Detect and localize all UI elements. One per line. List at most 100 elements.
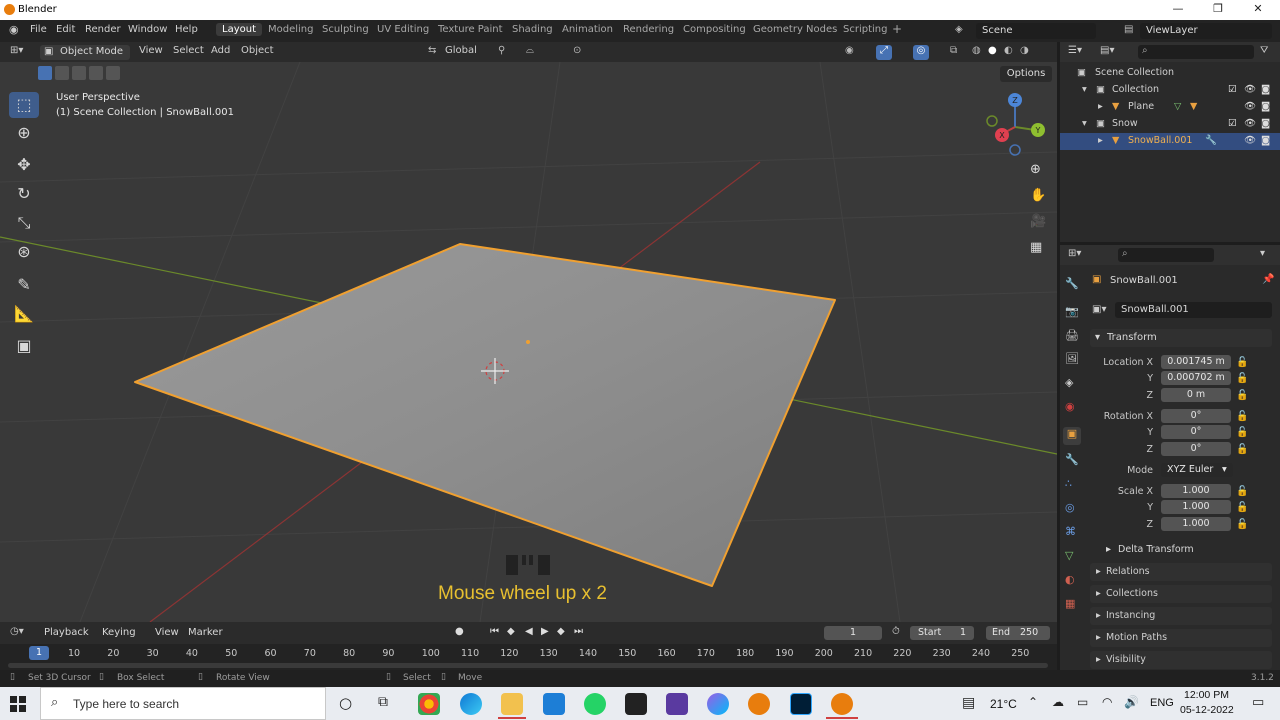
select-box-tool-icon[interactable]: ⬚ [9,92,39,118]
menu-playback[interactable]: Playback [44,627,89,638]
expand-arrow-icon[interactable]: ▾ [1082,118,1087,129]
eye-icon[interactable]: 👁 [1244,84,1256,95]
3d-viewport[interactable]: User Perspective (1) Scene Collection | … [0,62,1057,622]
menu-marker[interactable]: Marker [188,627,223,638]
jump-end-icon[interactable]: ⏭ [574,626,583,637]
orientation-selector[interactable]: Global [445,45,477,60]
outliner-row-plane[interactable]: ▸ ▼ Plane ▽ ▼ 👁 ◙ [1060,99,1280,116]
rotation-mode-select[interactable]: XYZ Euler ▾ [1161,463,1233,477]
record-icon[interactable]: ● [455,626,464,637]
tab-geometry-nodes[interactable]: Geometry Nodes [753,24,837,35]
wifi-icon[interactable]: ◠ [1102,695,1112,709]
outliner-row-scene-collection[interactable]: ▣ Scene Collection [1060,65,1280,82]
unity-icon[interactable] [625,693,647,715]
tab-shading[interactable]: Shading [512,24,553,35]
stopwatch-icon[interactable]: ⏱ [892,626,900,637]
eye-icon[interactable]: 👁 [1244,101,1256,112]
tab-scripting[interactable]: Scripting [843,24,887,35]
options-dropdown[interactable]: Options [1000,66,1052,82]
maximize-button[interactable]: ❐ [1203,2,1233,18]
proportional-editing-icon[interactable]: ⊙ [573,45,581,60]
clock-time[interactable]: 12:00 PM [1184,689,1229,701]
prev-keyframe-icon[interactable]: ◆ [507,626,515,637]
windows-start-icon[interactable] [10,696,26,712]
news-widget-icon[interactable]: ▤ [962,695,975,711]
rotate-tool-icon[interactable]: ↻ [9,181,39,207]
lock-icon[interactable]: 🔓 [1236,502,1248,513]
scale-tool-icon[interactable]: ⤡ [9,210,39,236]
gizmo-toggle-icon[interactable]: ⤢ [876,45,892,60]
eye-icon[interactable]: 👁 [1244,118,1256,129]
tab-modeling[interactable]: Modeling [268,24,314,35]
motion-paths-panel-header[interactable]: ▸ Motion Paths [1090,629,1272,647]
lock-icon[interactable]: 🔓 [1236,427,1248,438]
playhead-frame-marker[interactable]: 1 [29,646,49,660]
scale-z-field[interactable]: 1.000 [1161,517,1231,531]
minimize-button[interactable]: — [1163,2,1193,18]
snap-icon[interactable]: ⌓ [526,45,534,60]
menu-help[interactable]: Help [175,24,198,35]
add-workspace-button[interactable]: + [892,22,902,36]
collections-panel-header[interactable]: ▸ Collections [1090,585,1272,603]
next-keyframe-icon[interactable]: ◆ [557,626,565,637]
lock-icon[interactable]: 🔓 [1236,390,1248,401]
properties-editor-icon[interactable]: ⊞▾ [1068,248,1081,259]
volume-icon[interactable]: 🔊 [1124,695,1139,709]
perspective-toggle-icon[interactable]: ▦ [1030,240,1042,255]
select-invert-icon[interactable] [89,66,103,80]
panel-options-icon[interactable]: ▾ [1260,248,1265,259]
whatsapp-icon[interactable] [584,693,606,715]
checkbox-icon[interactable]: ☑ [1228,84,1237,95]
clock-icon[interactable]: ◷▾ [10,626,24,637]
app-cat-icon[interactable] [666,693,688,715]
eye-icon[interactable]: 👁 [1244,135,1256,146]
filter-icon[interactable]: ⛛ [1260,45,1268,56]
camera-icon[interactable]: ◙ [1261,84,1270,95]
menu-select[interactable]: Select [173,45,204,60]
scene-selector[interactable]: Scene [976,23,1096,39]
cloud-icon[interactable]: ☁ [1052,695,1064,709]
photoshop-icon[interactable] [790,693,812,715]
camera-icon[interactable]: ◙ [1261,101,1270,112]
constraints-tab-icon[interactable]: ⌘ [1065,525,1076,538]
zoom-icon[interactable]: ⊕ [1030,162,1041,177]
delta-transform-subpanel[interactable]: ▸ Delta Transform [1100,542,1230,558]
checkbox-icon[interactable]: ☑ [1228,118,1237,129]
expand-arrow-icon[interactable]: ▾ [1082,84,1087,95]
scale-x-field[interactable]: 1.000 [1161,484,1231,498]
file-explorer-icon[interactable] [501,693,523,715]
select-extend-icon[interactable] [55,66,69,80]
end-frame-field[interactable]: End 250 [986,626,1050,640]
expand-arrow-icon[interactable]: ▸ [1098,135,1103,146]
tab-texture-paint[interactable]: Texture Paint [438,24,503,35]
display-mode-icon[interactable]: ▤▾ [1100,45,1114,56]
menu-view[interactable]: View [139,45,163,60]
lock-icon[interactable]: 🔓 [1236,373,1248,384]
language-indicator[interactable]: ENG [1150,697,1174,709]
pan-hand-icon[interactable]: ✋ [1030,188,1046,203]
chrome-icon[interactable] [418,693,440,715]
xray-icon[interactable]: ⧉ [950,45,957,60]
weather-text[interactable]: 21°C [990,697,1017,711]
tab-layout[interactable]: Layout [216,23,262,36]
transform-panel-header[interactable]: ▾ Transform [1090,329,1272,347]
menu-window[interactable]: Window [128,24,167,35]
location-x-field[interactable]: 0.001745 m [1161,355,1231,369]
timeline-scrollbar[interactable] [8,663,1048,668]
menu-render[interactable]: Render [85,24,121,35]
camera-view-icon[interactable]: 🎥 [1030,214,1046,229]
outliner-row-collection[interactable]: ▾ ▣ Collection ☑ 👁 ◙ [1060,82,1280,99]
tab-rendering[interactable]: Rendering [623,24,674,35]
mode-selector[interactable]: ▣ Object Mode [40,45,130,60]
play-reverse-icon[interactable]: ◀ [525,626,533,637]
notifications-icon[interactable]: ▭ [1252,695,1264,710]
rotation-x-field[interactable]: 0° [1161,409,1231,423]
cortana-icon[interactable]: ○ [339,694,352,712]
app-palette-icon[interactable] [707,693,729,715]
menu-timeline-view[interactable]: View [155,627,179,638]
outliner-editor-icon[interactable]: ☰▾ [1068,45,1082,56]
camera-icon[interactable]: ◙ [1261,135,1270,146]
mail-icon[interactable] [543,693,565,715]
editor-type-icon[interactable]: ⊞▾ [10,45,23,60]
relations-panel-header[interactable]: ▸ Relations [1090,563,1272,581]
